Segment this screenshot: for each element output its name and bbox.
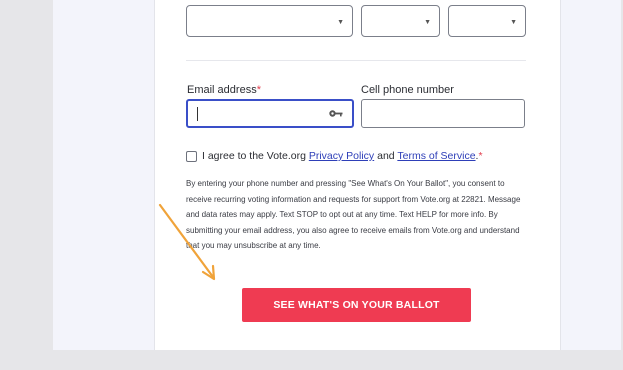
phone-field[interactable]: [361, 99, 525, 128]
chevron-down-icon: ▼: [510, 19, 517, 26]
select-dropdown-3[interactable]: ▼: [448, 5, 526, 37]
email-label: Email address*: [187, 84, 261, 96]
sms-consent-disclaimer: By entering your phone number and pressi…: [186, 179, 521, 250]
see-ballot-button[interactable]: SEE WHAT'S ON YOUR BALLOT: [242, 288, 471, 322]
select-dropdown-1[interactable]: ▼: [186, 5, 353, 37]
required-mark: *: [478, 150, 483, 162]
chevron-down-icon: ▼: [337, 19, 344, 26]
key-icon[interactable]: [328, 108, 344, 119]
privacy-policy-link[interactable]: Privacy Policy: [309, 150, 374, 162]
agree-and: and: [374, 150, 398, 162]
email-field[interactable]: [186, 99, 354, 128]
required-mark: *: [256, 84, 261, 96]
section-divider: [186, 60, 526, 61]
agree-prefix: I agree to the Vote.org: [202, 150, 309, 162]
phone-label: Cell phone number: [361, 84, 454, 96]
email-label-text: Email address: [187, 84, 257, 96]
terms-checkbox[interactable]: [186, 151, 197, 162]
text-cursor: [197, 107, 198, 121]
select-dropdown-2[interactable]: ▼: [361, 5, 440, 37]
terms-of-service-link[interactable]: Terms of Service: [397, 150, 475, 162]
chevron-down-icon: ▼: [424, 19, 431, 26]
terms-agreement-text: I agree to the Vote.org Privacy Policy a…: [202, 150, 483, 162]
